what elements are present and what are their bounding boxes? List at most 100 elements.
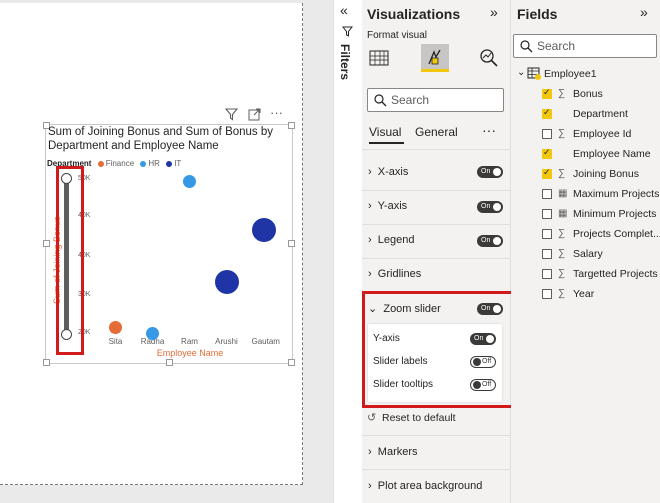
table-chevron-down-icon[interactable]: ⌄	[517, 67, 525, 78]
search-icon	[520, 40, 533, 53]
format-visual-label: Format visual	[367, 30, 428, 41]
zoom-y-axis-label: Y-axis	[373, 333, 400, 344]
section-markers[interactable]: › Markers	[368, 446, 418, 458]
chevron-right-icon: ›	[368, 234, 372, 246]
section-legend-label: Legend	[377, 234, 415, 246]
section-x-axis[interactable]: › X-axis	[368, 166, 408, 178]
build-visual-icon[interactable]	[366, 46, 392, 70]
section-zoom-slider-label: Zoom slider	[383, 303, 441, 315]
fields-search-input[interactable]: Search	[513, 34, 657, 58]
visualizations-pane	[362, 0, 511, 503]
filter-icon[interactable]	[224, 108, 239, 124]
section-gridlines-label: Gridlines	[377, 268, 422, 280]
field-name[interactable]: Minimum Projects	[573, 208, 656, 220]
analytics-icon[interactable]	[476, 46, 502, 70]
fields-expand-chevron-icon[interactable]: »	[640, 4, 648, 20]
section-zoom-slider[interactable]: ⌄ Zoom slider	[368, 302, 441, 315]
field-checkbox[interactable]	[542, 147, 552, 159]
format-more-options-icon[interactable]: ···	[482, 122, 496, 138]
field-name[interactable]: Employee Name	[573, 148, 651, 160]
data-point-gautam[interactable]	[251, 218, 276, 243]
viz-search-placeholder: Search	[391, 93, 430, 107]
section-plot-area-background-label: Plot area background	[377, 480, 483, 492]
legend-item-finance: Finance	[105, 159, 135, 168]
section-plot-area-background[interactable]: › Plot area background	[368, 480, 482, 492]
data-point-arushi[interactable]	[214, 269, 239, 294]
visualizations-title: Visualizations	[367, 6, 461, 22]
chevron-right-icon: ›	[368, 268, 372, 280]
calculator-icon: ▦	[558, 188, 568, 199]
data-point-radha[interactable]	[146, 326, 159, 340]
more-options-icon[interactable]: ···	[270, 105, 283, 120]
field-name[interactable]: Targetted Projects	[573, 268, 658, 280]
reset-icon[interactable]: ↺	[367, 411, 376, 424]
field-checkbox[interactable]	[542, 167, 552, 179]
legend-item-hr: HR	[148, 159, 160, 168]
table-icon	[527, 67, 541, 83]
field-checkbox[interactable]	[542, 229, 552, 239]
legend-marker-finance	[97, 160, 104, 167]
slider-labels-toggle[interactable]: Off	[470, 356, 496, 368]
viz-search-input[interactable]: Search	[367, 88, 504, 112]
slider-tooltips-toggle[interactable]: Off	[470, 379, 496, 391]
field-checkbox[interactable]	[542, 249, 552, 259]
collapse-chevron-icon[interactable]: «	[340, 2, 348, 18]
field-name[interactable]: Maximum Projects	[573, 188, 659, 200]
field-name[interactable]: Year	[573, 288, 594, 300]
filter-funnel-icon	[341, 26, 354, 40]
fields-search-placeholder: Search	[537, 39, 576, 53]
field-checkbox[interactable]	[542, 269, 552, 279]
zoom-y-axis-toggle[interactable]: On	[470, 333, 496, 345]
table-name[interactable]: Employee1	[544, 68, 597, 80]
field-name[interactable]: Joining Bonus	[573, 168, 639, 180]
field-checkbox[interactable]	[542, 87, 552, 99]
tab-general[interactable]: General	[415, 125, 458, 139]
legend-item-it: IT	[174, 159, 182, 168]
sigma-icon: ∑	[558, 128, 566, 139]
section-y-axis[interactable]: › Y-axis	[368, 200, 407, 212]
zoom-slider-highlight	[56, 166, 84, 355]
field-name[interactable]: Bonus	[573, 88, 603, 100]
chevron-right-icon: ›	[368, 446, 372, 458]
format-visual-icon[interactable]	[421, 44, 449, 72]
field-name[interactable]: Employee Id	[573, 128, 631, 140]
section-legend[interactable]: › Legend	[368, 234, 415, 246]
chevron-right-icon: ›	[368, 480, 372, 492]
sigma-icon: ∑	[558, 248, 566, 259]
section-x-axis-label: X-axis	[377, 166, 409, 178]
x-axis-toggle[interactable]: On	[477, 166, 503, 178]
focus-mode-icon[interactable]	[248, 108, 261, 124]
field-name[interactable]: Department	[573, 108, 628, 120]
field-checkbox[interactable]	[542, 129, 552, 139]
chevron-right-icon: ›	[368, 166, 372, 178]
section-gridlines[interactable]: › Gridlines	[368, 268, 421, 280]
field-checkbox[interactable]	[542, 107, 552, 119]
sigma-icon: ∑	[558, 168, 566, 179]
chart-title: Sum of Joining Bonus and Sum of Bonus by…	[48, 126, 274, 152]
data-point-ram[interactable]	[183, 175, 196, 188]
fields-title: Fields	[517, 6, 558, 22]
tab-visual-underline	[369, 142, 404, 144]
sigma-icon: ∑	[558, 268, 566, 279]
filters-pane-collapsed[interactable]: « Filters	[333, 0, 363, 503]
field-checkbox[interactable]	[542, 209, 552, 219]
field-name[interactable]: Salary	[573, 248, 603, 260]
field-checkbox[interactable]	[542, 289, 552, 299]
reset-to-default-link[interactable]: Reset to default	[382, 412, 456, 424]
sigma-icon: ∑	[558, 228, 566, 239]
legend-marker-hr	[140, 160, 147, 167]
sigma-icon: ∑	[558, 88, 566, 99]
expand-chevron-icon[interactable]: »	[490, 4, 498, 20]
tab-visual[interactable]: Visual	[369, 125, 401, 139]
field-checkbox[interactable]	[542, 189, 552, 199]
calculator-icon: ▦	[558, 208, 568, 219]
y-axis-toggle[interactable]: On	[477, 201, 503, 213]
legend-toggle[interactable]: On	[477, 235, 503, 247]
section-markers-label: Markers	[377, 446, 418, 458]
field-name[interactable]: Projects Complet...	[573, 228, 660, 240]
filters-label[interactable]: Filters	[338, 44, 352, 80]
zoom-slider-toggle[interactable]: On	[477, 303, 503, 315]
chevron-down-icon: ⌄	[368, 303, 378, 315]
sigma-icon: ∑	[558, 288, 566, 299]
x-axis-label: Employee Name	[156, 348, 224, 358]
